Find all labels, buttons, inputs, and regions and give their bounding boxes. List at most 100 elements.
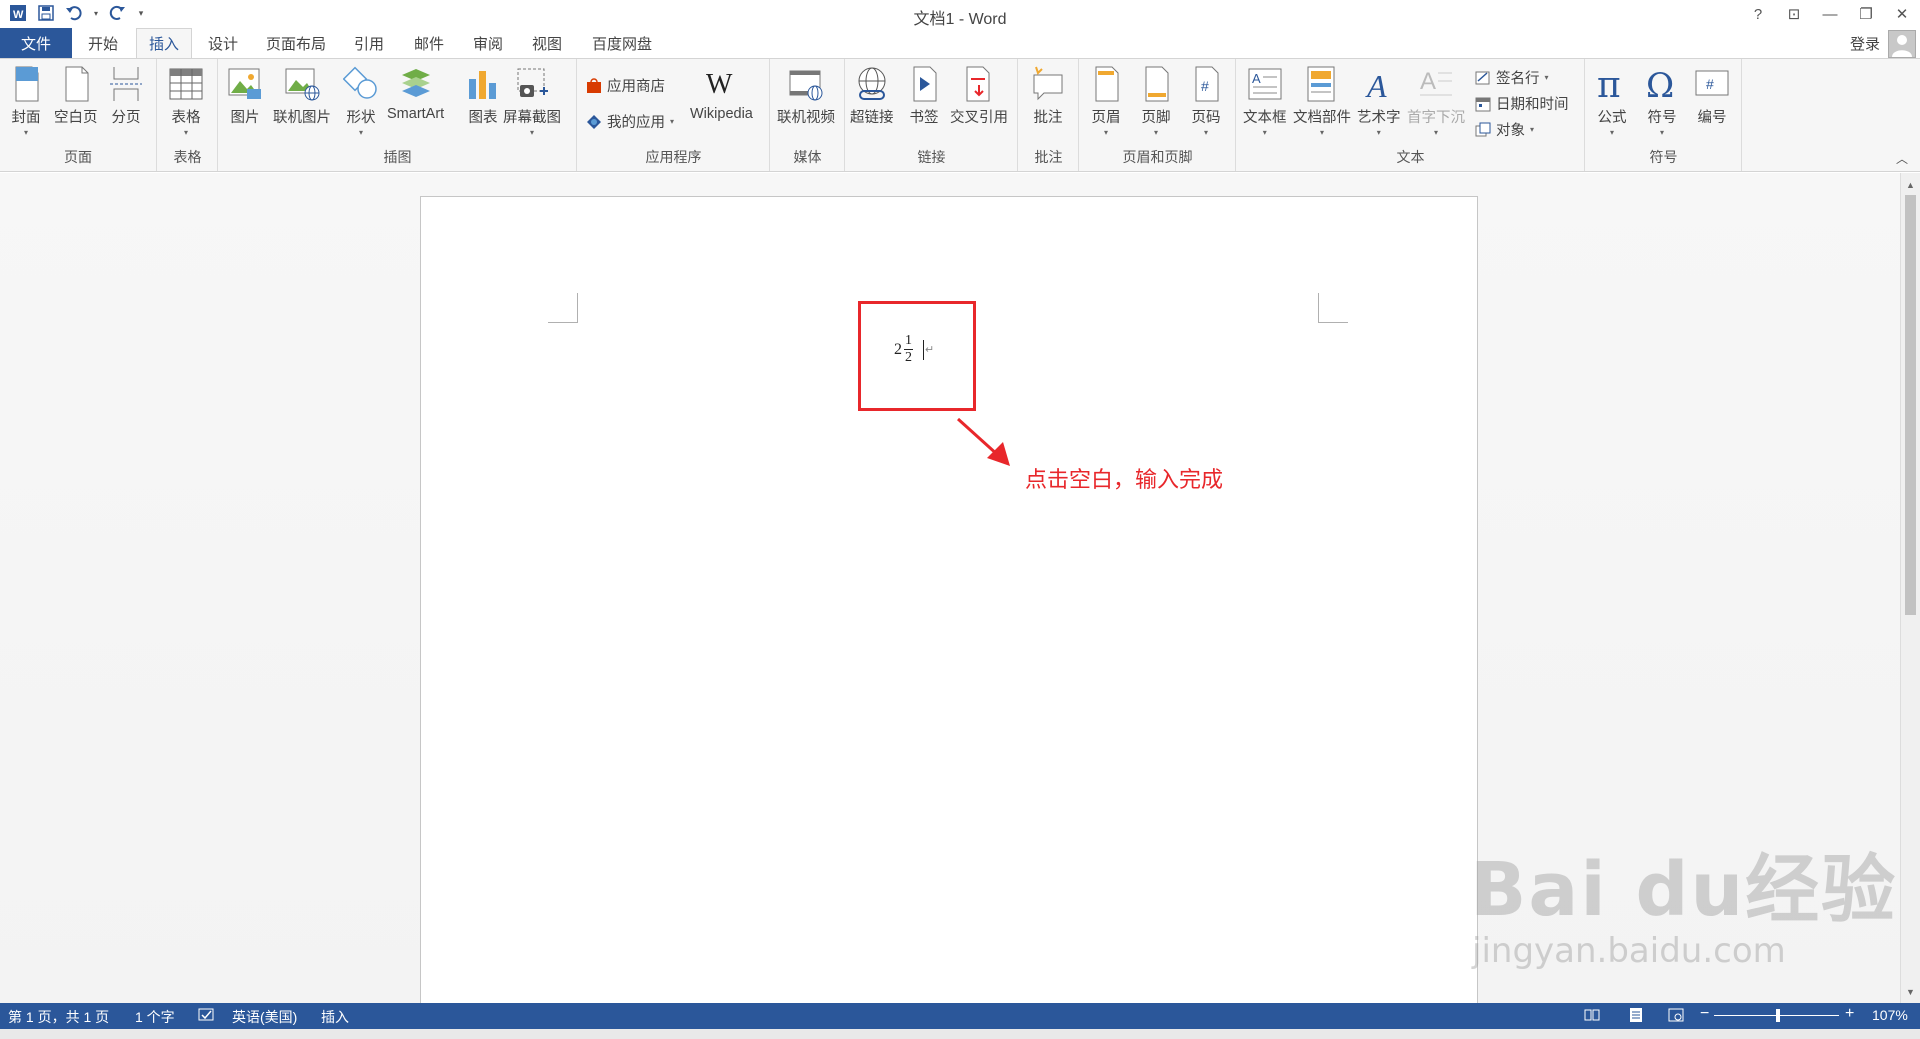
tab-review[interactable]: 审阅 (461, 28, 515, 58)
quick-parts-button[interactable]: 文档部件 ▾ (1293, 65, 1351, 137)
online-video-button[interactable]: 联机视频 (777, 65, 835, 127)
numbering-label: 编号 (1697, 110, 1727, 126)
group-links: 超链接 书签 交叉引用 链接 (846, 59, 1018, 171)
redo-icon[interactable] (108, 3, 128, 23)
wordart-button[interactable]: A 艺术字 ▾ (1357, 65, 1401, 137)
document-page[interactable]: 2 1 2 ↵ (420, 196, 1478, 1016)
restore-button[interactable]: ❐ (1848, 0, 1884, 28)
group-illustrations: 图片 联机图片 形状 ▾ SmartArt 图表 屏幕截图 ▾ 插图 (219, 59, 577, 171)
scroll-up-icon[interactable]: ▲ (1903, 177, 1918, 192)
online-pictures-button[interactable]: 联机图片 (273, 65, 331, 127)
scroll-down-icon[interactable]: ▼ (1903, 984, 1918, 999)
date-time-label: 日期和时间 (1496, 97, 1569, 113)
word-count[interactable]: 1 个字 (135, 1007, 175, 1027)
equation-label: 公式 (1597, 110, 1627, 126)
my-apps-button[interactable]: 我的应用 ▾ (586, 111, 674, 132)
page-count[interactable]: 第 1 页，共 1 页 (8, 1007, 109, 1027)
drop-cap-button[interactable]: A 首字下沉 ▾ (1407, 65, 1465, 137)
undo-icon[interactable] (64, 3, 84, 23)
equation-button[interactable]: π 公式 ▾ (1594, 65, 1630, 137)
scroll-thumb[interactable] (1905, 195, 1916, 615)
picture-icon (228, 68, 261, 99)
drop-cap-label: 首字下沉 (1407, 110, 1465, 126)
symbol-button[interactable]: Ω 符号 ▾ (1644, 65, 1680, 137)
tab-page-layout[interactable]: 页面布局 (254, 28, 338, 58)
ribbon-display-options-button[interactable]: ⊡ (1776, 0, 1812, 28)
chevron-down-icon: ▾ (1203, 128, 1208, 137)
numbering-button[interactable]: # 编号 (1694, 65, 1730, 127)
help-button[interactable]: ? (1740, 0, 1776, 28)
smartart-button[interactable]: SmartArt (387, 65, 444, 122)
word-logo-icon[interactable]: W (8, 3, 28, 23)
shapes-label: 形状 (346, 110, 376, 126)
close-button[interactable]: ✕ (1884, 0, 1920, 28)
tab-file[interactable]: 文件 (0, 28, 72, 58)
equation[interactable]: 2 1 2 ↵ (894, 334, 934, 365)
language[interactable]: 英语(美国) (232, 1007, 297, 1027)
chevron-down-icon: ▾ (1530, 125, 1535, 134)
web-layout-icon[interactable] (1668, 1007, 1684, 1026)
save-icon[interactable] (36, 3, 56, 23)
ribbon-tabs: 文件 开始 插入 设计 页面布局 引用 邮件 审阅 视图 百度网盘 登录 (0, 28, 1920, 59)
page-number-button[interactable]: # 页码 ▾ (1188, 65, 1224, 137)
wikipedia-button[interactable]: W Wikipedia (690, 65, 753, 122)
blank-page-button[interactable]: 空白页 (54, 65, 98, 127)
text-box-button[interactable]: A 文本框 ▾ (1243, 65, 1287, 137)
hyperlink-button[interactable]: 超链接 (850, 65, 894, 127)
tab-mailings[interactable]: 邮件 (402, 28, 456, 58)
group-symbols: π 公式 ▾ Ω 符号 ▾ # 编号 符号 (1586, 59, 1742, 171)
signature-line-label: 签名行 (1496, 71, 1540, 87)
zoom-in-icon[interactable]: + (1845, 1005, 1854, 1023)
sign-in-link[interactable]: 登录 (1850, 33, 1880, 54)
cross-reference-button[interactable]: 交叉引用 (950, 65, 1008, 127)
numbering-icon: # (1695, 70, 1729, 96)
footer-button[interactable]: 页脚 ▾ (1138, 65, 1174, 137)
signature-line-button[interactable]: 签名行 ▾ (1475, 67, 1549, 88)
group-apps: 应用商店 我的应用 ▾ W Wikipedia 应用程序 (578, 59, 770, 171)
read-mode-icon[interactable] (1584, 1007, 1600, 1026)
bookmark-button[interactable]: 书签 (906, 65, 942, 127)
zoom-level[interactable]: 107% (1872, 1007, 1908, 1023)
header-button[interactable]: 页眉 ▾ (1088, 65, 1124, 137)
page-break-button[interactable]: 分页 (108, 65, 144, 127)
screenshot-button[interactable]: 屏幕截图 ▾ (503, 65, 561, 137)
cover-page-button[interactable]: 封面 ▾ (8, 65, 44, 137)
svg-text:A: A (1252, 71, 1261, 86)
page-number-label: 页码 (1191, 110, 1221, 126)
minimize-button[interactable]: — (1812, 0, 1848, 28)
shapes-button[interactable]: 形状 ▾ (343, 65, 379, 137)
cross-reference-icon (966, 66, 990, 102)
quick-parts-icon (1307, 66, 1335, 102)
customize-qat-icon[interactable]: ▾ (136, 3, 146, 23)
group-label-text: 文本 (1396, 149, 1425, 165)
insert-mode[interactable]: 插入 (321, 1007, 349, 1027)
omega-icon: Ω (1646, 66, 1674, 103)
my-apps-icon (587, 114, 601, 129)
undo-dropdown-icon[interactable]: ▾ (92, 3, 100, 23)
tab-view[interactable]: 视图 (520, 28, 574, 58)
table-button[interactable]: 表格 ▾ (168, 65, 204, 137)
group-label-links: 链接 (917, 149, 946, 165)
tab-references[interactable]: 引用 (342, 28, 396, 58)
pictures-button[interactable]: 图片 (227, 65, 263, 127)
tab-insert[interactable]: 插入 (136, 28, 193, 59)
tab-design[interactable]: 设计 (196, 28, 250, 58)
avatar[interactable] (1888, 30, 1916, 58)
date-time-button[interactable]: 日期和时间 (1475, 93, 1569, 114)
online-pictures-label: 联机图片 (273, 110, 331, 126)
vertical-scrollbar[interactable]: ▲ ▼ (1900, 173, 1920, 1003)
tab-home[interactable]: 开始 (76, 28, 130, 58)
zoom-out-icon[interactable]: − (1700, 1005, 1709, 1023)
chevron-down-icon: ▾ (358, 128, 363, 137)
comment-icon (1033, 66, 1063, 101)
zoom-slider-thumb[interactable] (1776, 1009, 1780, 1022)
chevron-down-icon: ▾ (23, 128, 28, 137)
chart-button[interactable]: 图表 (465, 65, 501, 127)
proofing-icon[interactable] (198, 1007, 216, 1026)
store-button[interactable]: 应用商店 (586, 75, 665, 96)
tab-baidu-netdisk[interactable]: 百度网盘 (580, 28, 664, 58)
object-button[interactable]: 对象 ▾ (1475, 119, 1534, 140)
new-comment-button[interactable]: 批注 (1030, 65, 1066, 127)
print-layout-icon[interactable] (1628, 1007, 1644, 1026)
collapse-ribbon-icon[interactable]: ︿ (1896, 150, 1908, 167)
